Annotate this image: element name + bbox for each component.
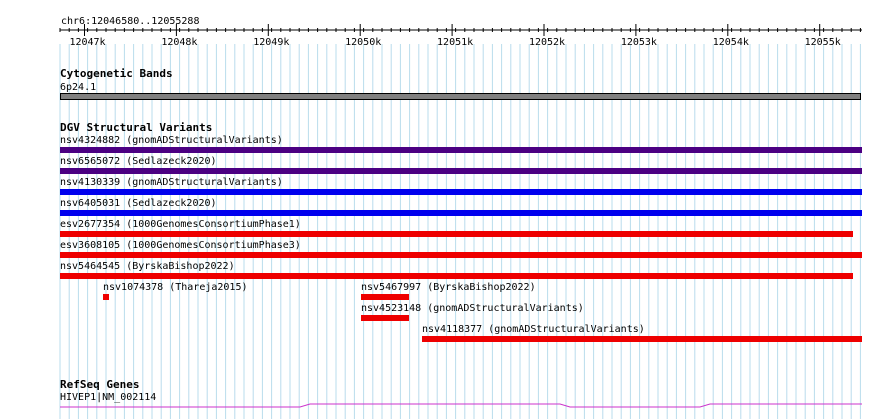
gene-model-hivep1[interactable] — [0, 0, 890, 419]
genome-browser-panel: chr6:12046580..12055288 12047k 12048k 1204… — [0, 0, 890, 419]
gene-line — [60, 403, 862, 408]
